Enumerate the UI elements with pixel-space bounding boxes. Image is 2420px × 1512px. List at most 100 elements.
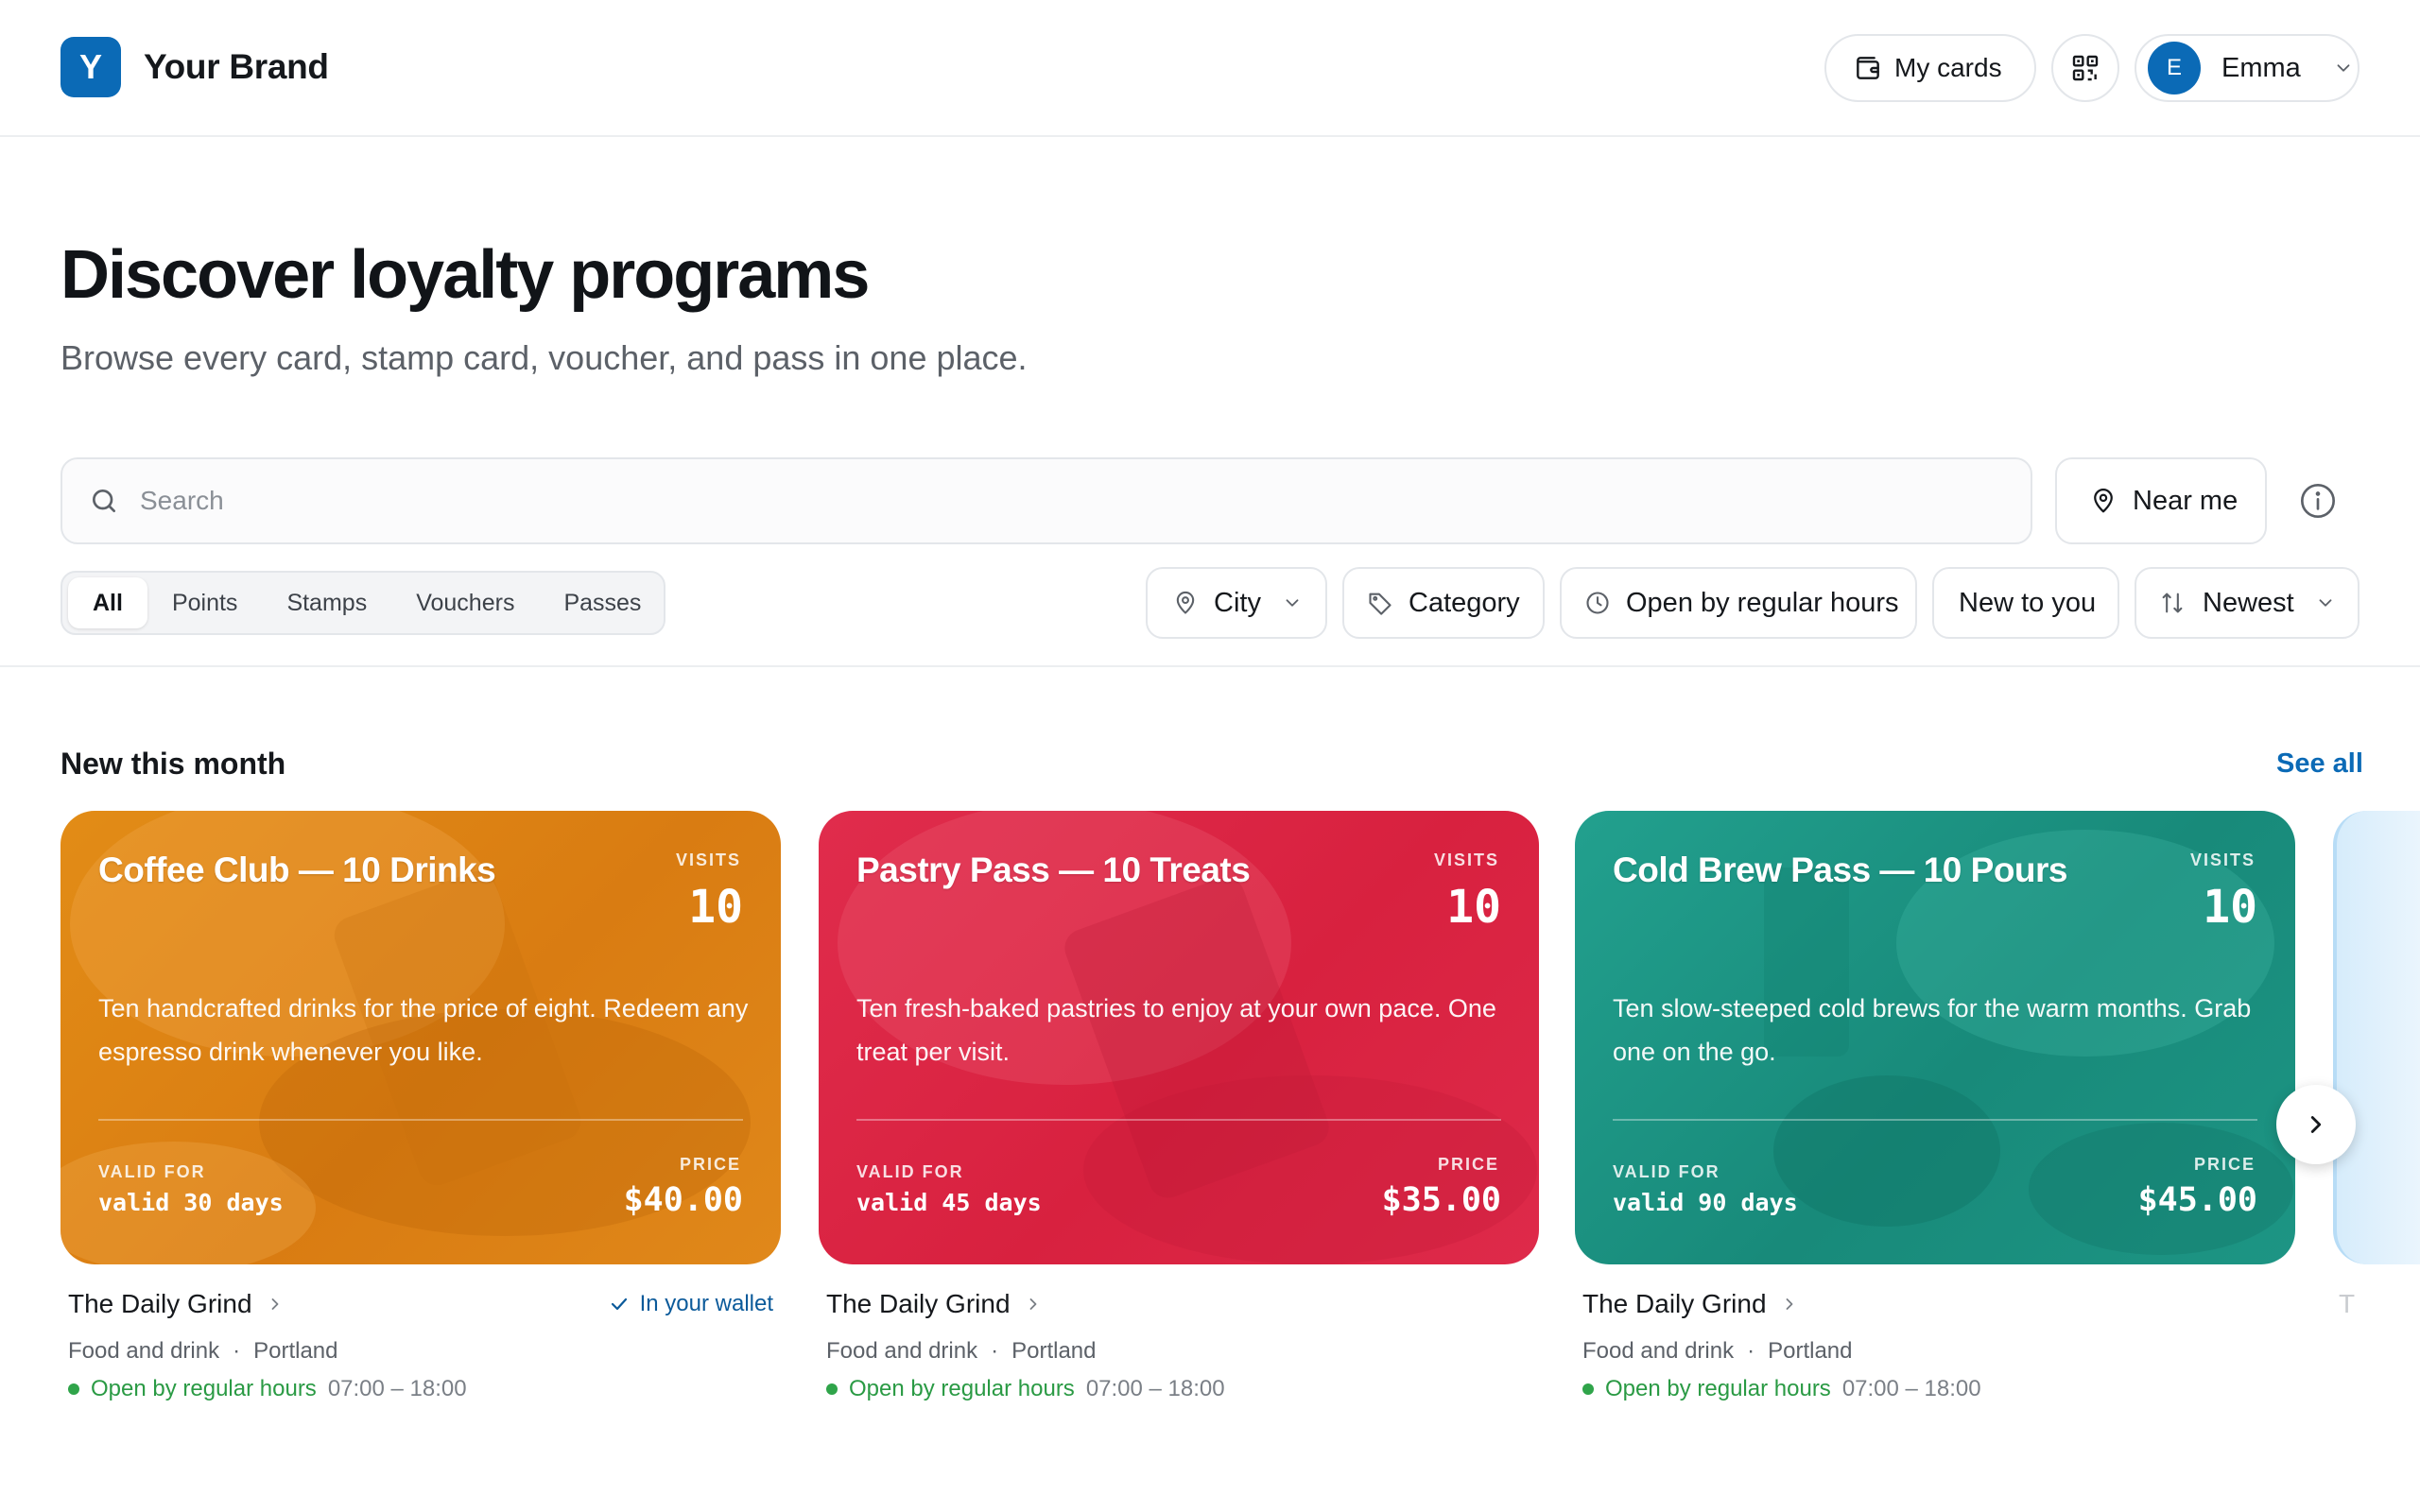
tab-passes[interactable]: Passes xyxy=(539,577,666,628)
tab-points[interactable]: Points xyxy=(147,577,262,628)
near-me-label: Near me xyxy=(2133,485,2238,516)
search-bar[interactable] xyxy=(60,457,2032,544)
program-card[interactable]: Cold Brew Pass — 10 Pours VISITS 10 Ten … xyxy=(1575,811,2295,1264)
program-card-partial[interactable] xyxy=(2333,811,2420,1264)
business-link[interactable]: The Daily Grind xyxy=(68,1289,285,1319)
category: Food and drink xyxy=(68,1338,220,1364)
open-hours: Open by regular hours 07:00 – 18:00 xyxy=(1582,1376,1981,1402)
open-hours: Open by regular hours 07:00 – 18:00 xyxy=(68,1376,467,1402)
brand-logo: Y xyxy=(60,37,121,97)
valid-for-value: valid 90 days xyxy=(1613,1189,1798,1216)
business-link[interactable]: The Daily Grind xyxy=(826,1289,1043,1319)
valid-for-label: VALID FOR xyxy=(1613,1162,1720,1181)
chevron-right-icon xyxy=(1029,1298,1036,1310)
qr-code-button[interactable] xyxy=(2051,34,2119,102)
card-divider xyxy=(98,1119,743,1121)
user-menu-button[interactable]: E Emma xyxy=(2135,34,2360,102)
chevron-right-icon xyxy=(2310,1116,2322,1133)
card-kind-label: VISITS xyxy=(1433,850,1499,869)
wallet-icon xyxy=(1857,57,1879,79)
card-kind-label: VISITS xyxy=(2189,850,2256,869)
card-count: 10 xyxy=(2203,881,2257,934)
sort-dropdown[interactable]: Newest xyxy=(2135,567,2360,639)
open-status: Open by regular hours xyxy=(1605,1376,1831,1401)
user-name: Emma xyxy=(2221,52,2301,83)
partial-card-business: T xyxy=(2339,1289,2356,1318)
hours: 07:00 – 18:00 xyxy=(1085,1376,1225,1401)
tab-all[interactable]: All xyxy=(68,577,147,628)
category: Food and drink xyxy=(826,1338,978,1364)
valid-for-label: VALID FOR xyxy=(856,1162,964,1181)
tab-stamps[interactable]: Stamps xyxy=(262,577,391,628)
open-status-dot xyxy=(68,1383,79,1395)
category-filter[interactable]: Category xyxy=(1342,567,1545,639)
price-label: PRICE xyxy=(2193,1155,2256,1174)
clock-icon xyxy=(1586,592,1609,614)
business-name: The Daily Grind xyxy=(826,1289,1011,1318)
info-icon[interactable] xyxy=(2299,482,2337,520)
card-divider xyxy=(1613,1119,2257,1121)
search-input[interactable] xyxy=(140,486,1936,516)
near-me-button[interactable]: Near me xyxy=(2055,457,2267,544)
program-card[interactable]: Pastry Pass — 10 Treats VISITS 10 Ten fr… xyxy=(819,811,1539,1264)
city: Portland xyxy=(253,1338,338,1364)
check-icon xyxy=(611,1297,627,1311)
brand[interactable]: Y Your Brand xyxy=(60,37,329,97)
chevron-right-icon xyxy=(1786,1298,1792,1310)
divider xyxy=(0,665,2420,667)
search-icon xyxy=(93,490,115,512)
open-status: Open by regular hours xyxy=(91,1376,317,1401)
chevron-right-icon xyxy=(271,1298,278,1310)
sort-icon xyxy=(2162,593,2183,613)
my-cards-button[interactable]: My cards xyxy=(1824,34,2036,102)
card-title: Cold Brew Pass — 10 Pours xyxy=(1613,850,2068,889)
card-description: Ten fresh-baked pastries to enjoy at you… xyxy=(856,994,1496,1066)
avatar: E xyxy=(2148,42,2201,94)
price-label: PRICE xyxy=(1437,1155,1499,1174)
chevron-down-icon xyxy=(1286,599,1299,607)
sort-label: Newest xyxy=(2203,587,2294,618)
my-cards-label: My cards xyxy=(1894,53,2002,82)
business-name: The Daily Grind xyxy=(68,1289,252,1318)
open-hours-filter-label: Open by regular hours xyxy=(1626,587,1899,618)
type-tabs: All Points Stamps Vouchers Passes xyxy=(60,571,666,635)
carousel-next-button[interactable] xyxy=(2276,1085,2356,1164)
valid-for-label: VALID FOR xyxy=(98,1162,206,1181)
program-card[interactable]: Coffee Club — 10 Drinks VISITS 10 Ten ha… xyxy=(60,811,781,1264)
valid-for-value: valid 30 days xyxy=(98,1189,284,1216)
business-name: The Daily Grind xyxy=(1582,1289,1767,1318)
chevron-down-icon xyxy=(2319,599,2332,607)
city: Portland xyxy=(1011,1338,1097,1364)
business-link[interactable]: The Daily Grind xyxy=(1582,1289,1799,1319)
card-description: Ten handcrafted drinks for the price of … xyxy=(98,994,749,1066)
chevron-down-icon xyxy=(2337,64,2350,72)
card-divider xyxy=(856,1119,1501,1121)
valid-for-value: valid 45 days xyxy=(856,1189,1042,1216)
tab-vouchers[interactable]: Vouchers xyxy=(391,577,539,628)
see-all-link[interactable]: See all xyxy=(2276,748,2363,780)
new-to-you-filter[interactable]: New to you xyxy=(1932,567,2119,639)
hours: 07:00 – 18:00 xyxy=(327,1376,467,1401)
open-status-dot xyxy=(1582,1383,1594,1395)
in-wallet-label: In your wallet xyxy=(639,1291,773,1316)
city: Portland xyxy=(1768,1338,1853,1364)
page-subtitle: Browse every card, stamp card, voucher, … xyxy=(60,338,1028,377)
city-filter[interactable]: City xyxy=(1146,567,1327,639)
city-filter-label: City xyxy=(1214,587,1261,618)
card-title: Pastry Pass — 10 Treats xyxy=(856,850,1251,889)
category-city: Food and drink · Portland xyxy=(68,1338,338,1364)
category-city: Food and drink · Portland xyxy=(826,1338,1097,1364)
open-hours-filter[interactable]: Open by regular hours xyxy=(1560,567,1917,639)
price-label: PRICE xyxy=(679,1155,741,1174)
qr-code-icon xyxy=(2072,55,2099,81)
hours: 07:00 – 18:00 xyxy=(1841,1376,1981,1401)
top-bar: Y Your Brand My cards E Emma xyxy=(0,0,2420,137)
category-filter-label: Category xyxy=(1409,587,1520,618)
price-value: $45.00 xyxy=(2137,1181,2257,1219)
in-wallet-badge: In your wallet xyxy=(608,1291,773,1317)
card-title: Coffee Club — 10 Drinks xyxy=(98,850,496,889)
brand-name: Your Brand xyxy=(144,47,329,86)
section-title: New this month xyxy=(60,747,286,781)
open-hours: Open by regular hours 07:00 – 18:00 xyxy=(826,1376,1225,1402)
map-pin-icon xyxy=(1176,591,1195,614)
